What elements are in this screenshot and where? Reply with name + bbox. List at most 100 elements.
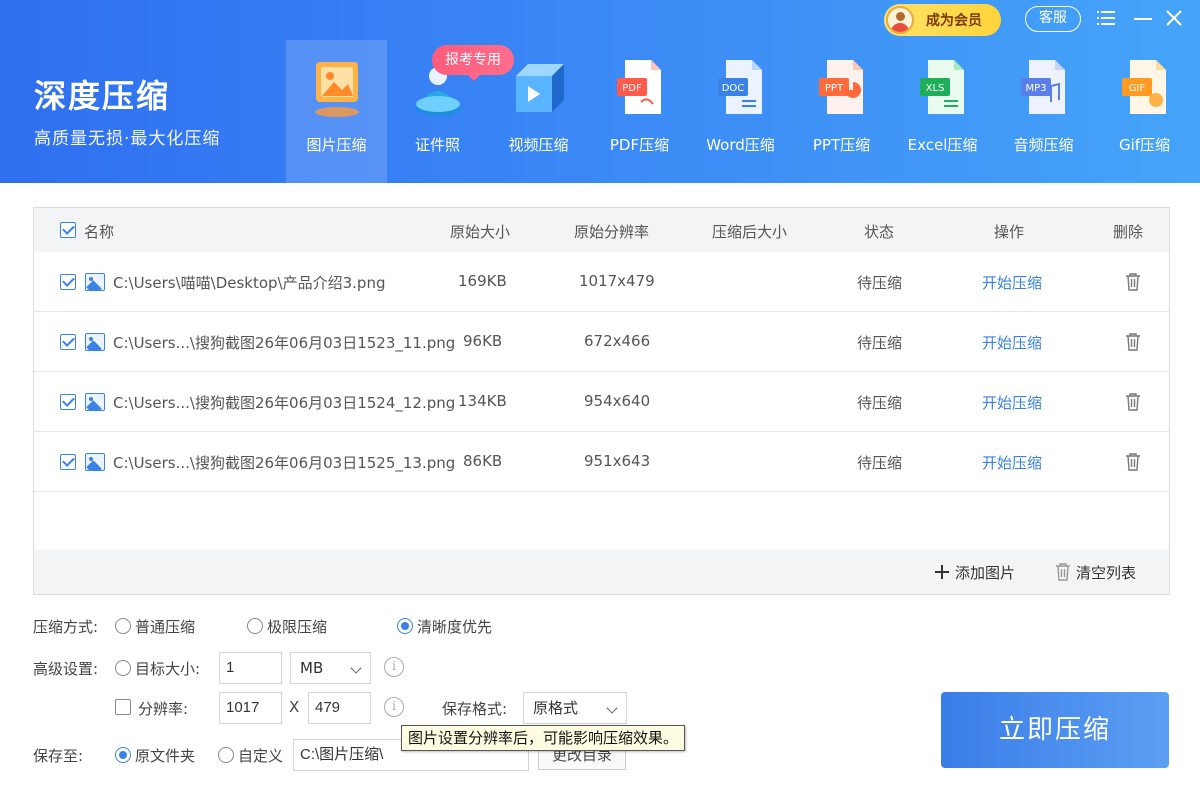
table-footer: 添加图片 清空列表 (34, 550, 1169, 594)
resolution-width-input[interactable]: 1017 (219, 692, 282, 724)
trash-icon[interactable] (1125, 393, 1141, 411)
header-orig-size: 原始大小 (450, 223, 511, 241)
file-name: C:\Users...\搜狗截图26年06月03日1525_13.png (113, 454, 456, 472)
trash-icon (1056, 563, 1070, 581)
save-custom-radio[interactable] (218, 747, 234, 763)
file-res: 954x640 (584, 392, 651, 410)
gif-compress-icon: GIF (1121, 60, 1166, 114)
tab-label: 图片压缩 (306, 136, 367, 154)
tab-excel-compress[interactable]: XLS Excel压缩 (892, 40, 993, 183)
tab-ppt-compress[interactable]: PPT PPT压缩 (791, 40, 892, 183)
mode-extreme-label[interactable]: 极限压缩 (267, 616, 327, 637)
start-compress-link[interactable]: 开始压缩 (982, 452, 1042, 473)
header-action: 操作 (994, 223, 1025, 241)
svg-text:DOC: DOC (721, 83, 744, 94)
resolution-label[interactable]: 分辨率: (138, 698, 188, 719)
header-status: 状态 (864, 223, 895, 241)
file-status: 待压缩 (857, 274, 903, 292)
trash-icon[interactable] (1125, 273, 1141, 291)
file-status: 待压缩 (857, 334, 903, 352)
mode-normal-label[interactable]: 普通压缩 (135, 616, 195, 637)
app-slogan: 高质量无损·最大化压缩 (34, 129, 221, 149)
trash-icon[interactable] (1125, 333, 1141, 351)
svg-text:XLS: XLS (925, 83, 944, 94)
table-row: C:\Users...\搜狗截图26年06月03日1525_13.png 86K… (34, 432, 1169, 492)
image-file-icon (85, 393, 105, 411)
save-original-label[interactable]: 原文件夹 (135, 745, 195, 766)
header-delete: 删除 (1113, 223, 1144, 241)
compress-now-button[interactable]: 立即压缩 (941, 692, 1169, 768)
audio-compress-icon: MP3 (1020, 60, 1065, 114)
target-unit-select[interactable]: MB (290, 652, 371, 684)
excel-compress-icon: XLS (919, 60, 964, 114)
tab-label: 视频压缩 (508, 136, 569, 154)
word-compress-icon: DOC (717, 60, 762, 114)
start-compress-link[interactable]: 开始压缩 (982, 272, 1042, 293)
save-to-label: 保存至: (33, 747, 84, 765)
customer-service-button[interactable]: 客服 (1025, 6, 1081, 32)
row-checkbox[interactable] (60, 274, 76, 290)
info-icon[interactable]: i (384, 657, 404, 677)
save-format-value: 原格式 (533, 699, 579, 717)
tab-label: Gif压缩 (1118, 136, 1171, 154)
compress-mode-label: 压缩方式: (33, 618, 99, 636)
minimize-icon[interactable] (1134, 18, 1152, 20)
file-status: 待压缩 (857, 454, 903, 472)
ppt-compress-icon: PPT (818, 60, 863, 114)
table-row: C:\Users...\搜狗截图26年06月03日1523_11.png 96K… (34, 312, 1169, 372)
tab-label: Excel压缩 (907, 136, 978, 154)
image-file-icon (85, 273, 105, 291)
row-checkbox[interactable] (60, 454, 76, 470)
start-compress-link[interactable]: 开始压缩 (982, 332, 1042, 353)
menu-icon[interactable] (1097, 10, 1115, 26)
tab-label: PPT压缩 (812, 136, 871, 154)
tab-label: PDF压缩 (609, 136, 670, 154)
video-compress-icon (515, 64, 564, 112)
mode-normal-radio[interactable] (115, 618, 131, 634)
save-original-radio[interactable] (115, 747, 131, 763)
become-vip-button[interactable]: 成为会员 (884, 4, 1001, 36)
add-image-label: 添加图片 (955, 564, 1016, 582)
pdf-compress-icon: PDF (616, 60, 661, 114)
resolution-checkbox[interactable] (115, 699, 131, 715)
file-table: 名称 原始大小 原始分辨率 压缩后大小 状态 操作 删除 C:\Users\喵喵… (33, 207, 1170, 595)
resolution-tooltip: 图片设置分辨率后，可能影响压缩效果。 (401, 725, 686, 751)
save-format-label: 保存格式: (442, 700, 508, 718)
tab-pdf-compress[interactable]: PDF PDF压缩 (589, 40, 690, 183)
tab-label: Word压缩 (706, 136, 775, 154)
start-compress-link[interactable]: 开始压缩 (982, 392, 1042, 413)
mode-extreme-radio[interactable] (247, 618, 263, 634)
row-checkbox[interactable] (60, 394, 76, 410)
tab-image-compress[interactable]: 图片压缩 (286, 40, 387, 183)
tab-audio-compress[interactable]: MP3 音频压缩 (993, 40, 1094, 183)
file-size: 86KB (463, 452, 503, 470)
tab-gif-compress[interactable]: GIF Gif压缩 (1094, 40, 1195, 183)
file-name: C:\Users...\搜狗截图26年06月03日1523_11.png (113, 334, 456, 352)
target-size-label[interactable]: 目标大小: (135, 658, 200, 679)
resolution-height-input[interactable]: 479 (308, 692, 371, 724)
close-icon[interactable] (1164, 8, 1184, 28)
tab-word-compress[interactable]: DOC Word压缩 (690, 40, 791, 183)
mode-clarity-radio[interactable] (397, 618, 413, 634)
brand: 深度压缩 高质量无损·最大化压缩 (34, 76, 220, 149)
save-custom-label[interactable]: 自定义 (238, 745, 283, 766)
mode-clarity-label[interactable]: 清晰度优先 (417, 616, 492, 637)
table-row: C:\Users\喵喵\Desktop\产品介绍3.png 169KB 1017… (34, 252, 1169, 312)
svg-text:GIF: GIF (1128, 83, 1145, 94)
advanced-settings-label: 高级设置: (33, 660, 99, 678)
plus-icon (935, 565, 949, 579)
resolution-x-label: X (289, 698, 300, 716)
target-size-input[interactable]: 1 (219, 652, 282, 684)
file-res: 951x643 (584, 452, 651, 470)
select-all-checkbox[interactable] (60, 222, 76, 238)
save-format-select[interactable]: 原格式 (523, 692, 627, 724)
chevron-down-icon (606, 702, 618, 714)
info-icon[interactable]: i (384, 697, 404, 717)
file-res: 1017x479 (579, 272, 655, 290)
trash-icon[interactable] (1125, 453, 1141, 471)
target-size-radio[interactable] (115, 660, 131, 676)
file-res: 672x466 (584, 332, 651, 350)
row-checkbox[interactable] (60, 334, 76, 350)
table-row: C:\Users...\搜狗截图26年06月03日1524_12.png 134… (34, 372, 1169, 432)
tab-video-compress[interactable]: 视频压缩 (488, 40, 589, 183)
